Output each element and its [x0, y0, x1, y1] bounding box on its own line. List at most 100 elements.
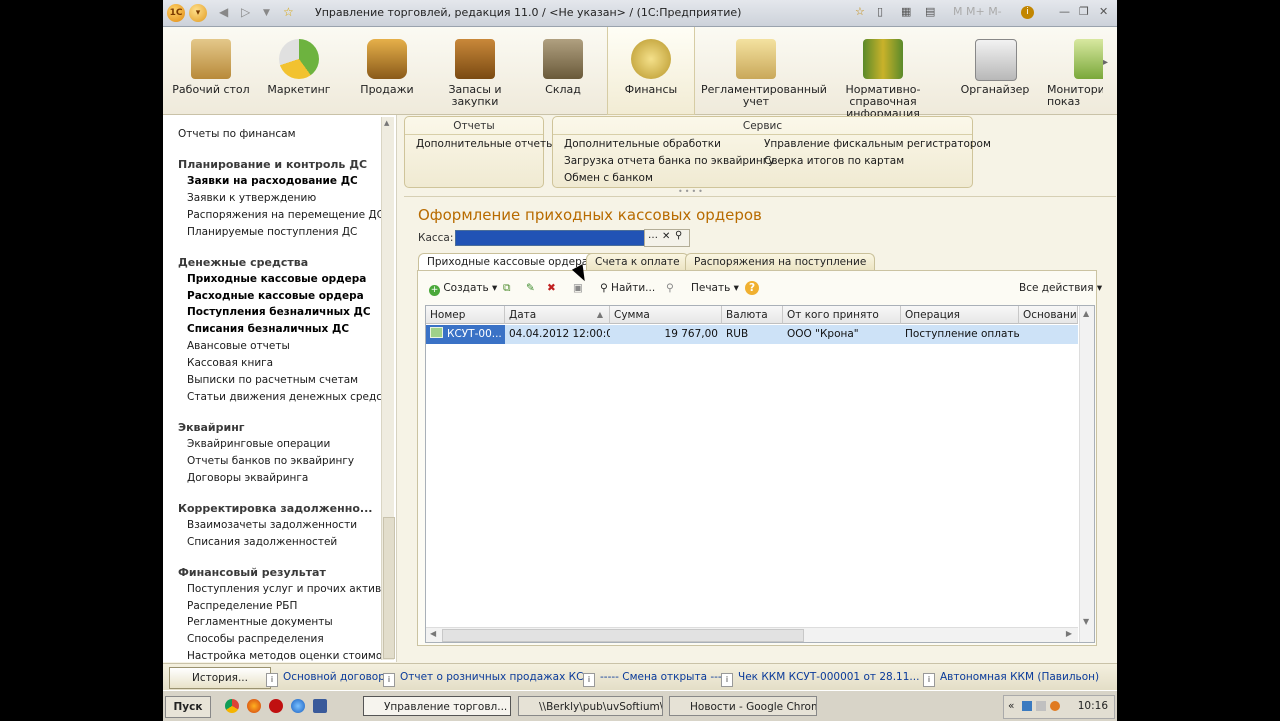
cell-operation[interactable]: Поступление оплаты... [901, 325, 1019, 344]
scroll-right-icon[interactable]: ▶ [1066, 629, 1072, 638]
open-window-item[interactable]: i Автономная ККМ (Павильон) [923, 671, 1099, 687]
minimize-icon[interactable]: — [1059, 5, 1070, 18]
ribbon-section-reference[interactable]: Нормативно-справочная информация [819, 27, 947, 120]
ribbon-section-sales[interactable]: Продажи [347, 27, 427, 114]
calculator-icon[interactable]: ▤ [925, 5, 935, 18]
bank-exchange-link[interactable]: Обмен с банком [564, 172, 653, 184]
ie-icon[interactable] [291, 699, 305, 713]
cell-number[interactable]: КСУТ-00... [426, 325, 505, 344]
calendar-icon[interactable]: ▦ [901, 5, 911, 18]
history-button[interactable]: История... [169, 667, 271, 689]
app-logo-icon[interactable]: 1C [167, 4, 185, 22]
nav-item[interactable]: Отчеты банков по эквайрингу [187, 455, 354, 467]
ribbon-section-finance[interactable]: Финансы [607, 27, 695, 115]
column-header-operation[interactable]: Операция [901, 306, 1019, 324]
app-tray-icon[interactable] [1050, 701, 1060, 711]
fiscal-register-link[interactable]: Управление фискальным регистратором [764, 138, 991, 150]
chrome-icon[interactable] [225, 699, 239, 713]
additional-reports-link[interactable]: Дополнительные отчеты [416, 138, 554, 150]
info-icon[interactable]: i [1021, 6, 1034, 19]
main-menu-icon[interactable]: ▾ [189, 4, 207, 22]
kassa-input[interactable] [455, 230, 645, 246]
tab-incoming-orders[interactable]: Приходные кассовые ордера [418, 253, 598, 271]
scroll-up-icon[interactable]: ▲ [1083, 309, 1089, 318]
nav-item[interactable]: Поступления услуг и прочих активов [187, 583, 394, 595]
scroll-left-icon[interactable]: ◀ [430, 629, 436, 638]
table-row[interactable]: КСУТ-00... 04.04.2012 12:00:00 19 767,00… [426, 325, 1078, 344]
memory-buttons[interactable]: M M+ M- [953, 5, 1002, 18]
favorites-star-icon[interactable]: ☆ [283, 5, 294, 19]
nav-item[interactable]: Расходные кассовые ордера [187, 290, 364, 302]
nav-item[interactable]: Кассовая книга [187, 357, 273, 369]
column-header-date[interactable]: Дата ▲ [505, 306, 610, 324]
nav-item[interactable]: Приходные кассовые ордера [187, 273, 366, 285]
ribbon-section-desktop[interactable]: Рабочий стол [171, 27, 251, 114]
search-icon[interactable]: ⚲ [675, 230, 682, 241]
tab-receipt-orders[interactable]: Распоряжения на поступление [685, 253, 876, 270]
open-window-item[interactable]: i Чек ККМ КСУТ-000001 от 28.11... [721, 671, 919, 687]
nav-item[interactable]: Регламентные документы [187, 616, 333, 628]
task-explorer[interactable]: \\Berkly\pub\uvSoftium\... [518, 696, 663, 716]
open-window-item[interactable]: i ----- Смена открыта ----- [583, 671, 729, 687]
delete-icon[interactable]: ✖ [547, 282, 556, 294]
history-dropdown-icon[interactable]: ▼ [263, 8, 270, 18]
nav-item[interactable]: Договоры эквайринга [187, 472, 308, 484]
create-button[interactable]: + Создать ▾ [429, 282, 497, 296]
favorites-add-icon[interactable]: ☆ [855, 5, 865, 18]
cell-from[interactable]: ООО "Крона" [783, 325, 901, 344]
tab-invoices[interactable]: Счета к оплате [586, 253, 689, 270]
all-actions-button[interactable]: Все действия ▾ [1019, 282, 1102, 294]
nav-item[interactable]: Планируемые поступления ДС [187, 226, 357, 238]
ribbon-section-warehouse[interactable]: Склад [523, 27, 603, 114]
nav-item[interactable]: Настройка методов оценки стоимо... [187, 650, 392, 662]
opera-icon[interactable] [269, 699, 283, 713]
link-icon[interactable]: ▯ [877, 5, 883, 18]
nav-item[interactable]: Распределение РБП [187, 600, 297, 612]
open-window-item[interactable]: i Отчет о розничных продажах КС... [383, 671, 593, 687]
nav-item[interactable]: Способы распределения [187, 633, 324, 645]
scroll-up-icon[interactable]: ▲ [384, 119, 389, 127]
volume-icon[interactable] [1036, 701, 1046, 711]
table-horizontal-scrollbar[interactable]: ◀ ▶ [426, 627, 1078, 642]
restore-icon[interactable]: ❐ [1079, 5, 1089, 18]
post-icon[interactable]: ▣ [573, 282, 583, 294]
nav-item[interactable]: Статьи движения денежных средств [187, 391, 394, 403]
select-ellipsis-icon[interactable]: … [648, 230, 658, 241]
nav-finance-reports[interactable]: Отчеты по финансам [178, 128, 296, 140]
card-reconciliation-link[interactable]: Сверка итогов по картам [764, 155, 904, 167]
close-icon[interactable]: ✕ [1099, 5, 1108, 18]
nav-item[interactable]: Заявки к утверждению [187, 192, 316, 204]
nav-item[interactable]: Взаимозачеты задолженности [187, 519, 357, 531]
orders-table[interactable]: Номер Дата ▲ Сумма Валюта От кого принят… [425, 305, 1095, 643]
ribbon-section-monitoring[interactable]: Мониторинг показ [1043, 27, 1103, 114]
clear-icon[interactable]: ✕ [662, 231, 670, 242]
column-header-sum[interactable]: Сумма [610, 306, 722, 324]
column-header-basis[interactable]: Основание [1019, 306, 1078, 324]
forward-arrow-icon[interactable]: ▷ [241, 5, 250, 19]
desktop-icon[interactable] [313, 699, 327, 713]
find-button[interactable]: ⚲ Найти... [600, 282, 655, 294]
nav-item[interactable]: Выписки по расчетным счетам [187, 374, 358, 386]
edit-pencil-icon[interactable]: ✎ [526, 282, 535, 294]
load-acquiring-report-link[interactable]: Загрузка отчета банка по эквайрингу [564, 155, 775, 167]
table-vertical-scrollbar[interactable]: ▲ ▼ [1079, 306, 1094, 642]
ribbon-section-inventory[interactable]: Запасы и закупки [435, 27, 515, 114]
h-scroll-thumb[interactable] [442, 629, 804, 642]
help-icon[interactable]: ? [745, 281, 759, 295]
additional-processing-link[interactable]: Дополнительные обработки [564, 138, 721, 150]
open-window-item[interactable]: i Основной договор [266, 671, 385, 687]
ribbon-section-marketing[interactable]: Маркетинг [259, 27, 339, 114]
nav-item[interactable]: Эквайринговые операции [187, 438, 330, 450]
print-button[interactable]: Печать ▾ [691, 282, 739, 294]
column-header-from[interactable]: От кого принято [783, 306, 901, 324]
kassa-buttons[interactable]: … ✕ ⚲ [644, 229, 690, 247]
panel-splitter-handle[interactable]: •••• [678, 187, 705, 196]
ribbon-section-organizer[interactable]: Органайзер [955, 27, 1035, 114]
nav-scrollbar[interactable]: ▲ [381, 117, 395, 660]
cancel-search-icon[interactable]: ⚲ [666, 282, 674, 294]
nav-item[interactable]: Заявки на расходование ДС [187, 175, 358, 187]
nav-item[interactable]: Распоряжения на перемещение ДС [187, 209, 384, 221]
scroll-down-icon[interactable]: ▼ [1083, 617, 1089, 626]
column-header-currency[interactable]: Валюта [722, 306, 783, 324]
nav-item[interactable]: Авансовые отчеты [187, 340, 290, 352]
